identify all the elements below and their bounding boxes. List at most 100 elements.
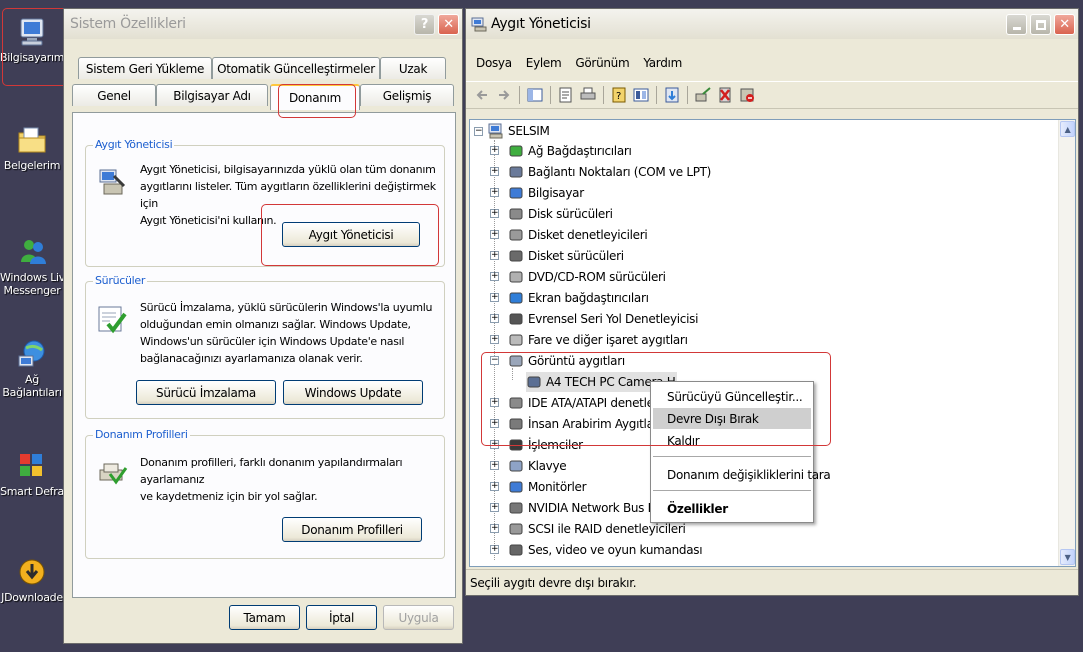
expand-toggle[interactable]: + <box>490 146 499 155</box>
close-button[interactable]: ✕ <box>438 14 459 35</box>
tree-category-row[interactable]: + Disket denetleyicileri <box>490 225 648 245</box>
hardware-tab-panel: Aygıt Yöneticisi Aygıt Yöneticisi, bilgi… <box>72 112 456 598</box>
tab-advanced[interactable]: Gelişmiş <box>360 84 454 106</box>
properties-button[interactable] <box>556 85 576 105</box>
tree-root-row[interactable]: − SELSIM <box>474 121 550 141</box>
desktop-icon-messenger[interactable]: Windows Liv Messenger <box>0 236 64 297</box>
maximize-button[interactable] <box>1030 14 1051 35</box>
back-arrow-icon <box>476 90 487 100</box>
scroll-up-button[interactable]: ▲ <box>1060 121 1075 137</box>
expand-toggle[interactable]: + <box>490 503 499 512</box>
uninstall-icon <box>719 87 731 103</box>
help-button[interactable]: ? <box>414 14 435 35</box>
description-bar-icon <box>633 88 649 102</box>
tab-remote[interactable]: Uzak <box>380 57 446 79</box>
button-label: Donanım Profilleri <box>301 522 403 537</box>
desktop-icon-defrag[interactable]: Smart Defra <box>0 450 64 498</box>
desktop-icon-network[interactable]: Ağ Bağlantıları <box>0 338 64 399</box>
apply-button[interactable]: Uygula <box>383 605 454 630</box>
tab-computer-name[interactable]: Bilgisayar Adı <box>156 84 268 106</box>
driver-signing-button[interactable]: Sürücü İmzalama <box>136 380 276 405</box>
show-description-button[interactable] <box>631 85 651 105</box>
tab-system-restore[interactable]: Sistem Geri Yükleme <box>78 57 212 79</box>
tab-automatic-updates[interactable]: Otomatik Güncelleştirmeler <box>212 57 380 79</box>
tree-category-row[interactable]: + Ekran bağdaştırıcıları <box>490 288 649 308</box>
desktop-icon-label-line2: Messenger <box>3 284 61 297</box>
network-icon <box>18 340 45 367</box>
tree-category-row[interactable]: + DVD/CD-ROM sürücüleri <box>490 267 666 287</box>
tree-category-row[interactable]: + Disk sürücüleri <box>490 204 613 224</box>
tab-label: Bilgisayar Adı <box>173 88 251 103</box>
menu-view[interactable]: Görünüm <box>575 56 629 70</box>
hardware-profiles-button[interactable]: Donanım Profilleri <box>282 517 422 542</box>
expand-toggle[interactable]: + <box>490 209 499 218</box>
cancel-button[interactable]: İptal <box>306 605 377 630</box>
tab-general[interactable]: Genel <box>72 84 156 106</box>
hardware-profiles-icon <box>99 463 128 485</box>
show-hide-tree-button[interactable] <box>525 85 545 105</box>
tree-label: Bilgisayar <box>528 186 584 200</box>
expand-toggle[interactable]: + <box>490 230 499 239</box>
toolbar-separator <box>519 86 520 104</box>
expand-toggle[interactable]: + <box>490 251 499 260</box>
disable-button[interactable] <box>737 85 757 105</box>
expand-toggle[interactable]: + <box>490 293 499 302</box>
desktop-icon-label: Ağ <box>25 373 39 386</box>
tree-category-row[interactable]: + Ses, video ve oyun kumandası <box>490 540 703 560</box>
tree-category-row[interactable]: + Bağlantı Noktaları (COM ve LPT) <box>490 162 711 182</box>
desktop-icon-label: Windows Liv <box>0 271 64 284</box>
expand-toggle[interactable]: + <box>490 482 499 491</box>
tree-category-row[interactable]: + Fare ve diğer işaret aygıtları <box>490 330 688 350</box>
tree-label: Monitörler <box>528 480 587 494</box>
back-button[interactable] <box>472 85 492 105</box>
minimize-button[interactable] <box>1006 14 1027 35</box>
menu-item-scan-hardware[interactable]: Donanım değişikliklerini tara <box>653 464 831 485</box>
group-label: Aygıt Yöneticisi <box>93 138 175 151</box>
system-properties-titlebar[interactable]: Sistem Özellikleri ? ✕ <box>64 9 462 39</box>
expand-toggle[interactable]: + <box>490 167 499 176</box>
windows-update-button[interactable]: Windows Update <box>283 380 423 405</box>
expand-toggle[interactable]: + <box>490 272 499 281</box>
menu-action[interactable]: Eylem <box>526 56 562 70</box>
expand-toggle[interactable]: + <box>490 545 499 554</box>
tree-category-row[interactable]: + Disket sürücüleri <box>490 246 624 266</box>
menu-file[interactable]: Dosya <box>476 56 512 70</box>
tree-category-row[interactable]: + Bilgisayar <box>490 183 584 203</box>
expand-toggle[interactable]: + <box>490 335 499 344</box>
device-category-icon <box>509 229 523 241</box>
tree-label: Disket sürücüleri <box>528 249 624 263</box>
collapse-toggle[interactable]: − <box>474 126 483 136</box>
expand-toggle[interactable]: + <box>490 461 499 470</box>
desktop-icon-my-documents[interactable]: Belgelerim <box>0 124 64 172</box>
description-line: Sürücü İmzalama, yüklü sürücülerin Windo… <box>140 301 433 314</box>
menu-item-properties[interactable]: Özellikler <box>653 498 811 519</box>
scroll-down-button[interactable]: ▼ <box>1060 549 1075 565</box>
messenger-icon <box>21 240 46 264</box>
highlight-box-hardware-tab <box>278 84 356 118</box>
expand-toggle[interactable]: + <box>490 188 499 197</box>
tree-category-row[interactable]: + Monitörler <box>490 477 587 497</box>
group-label: Donanım Profilleri <box>93 428 190 441</box>
forward-button[interactable] <box>494 85 514 105</box>
expand-toggle[interactable]: + <box>490 524 499 533</box>
toolbar-separator <box>550 86 551 104</box>
desktop-icon-jdownloader[interactable]: JDownloade <box>0 556 64 604</box>
description-line: Aygıt Yöneticisi, bilgisayarınızda yüklü… <box>140 163 436 176</box>
tree-category-row[interactable]: + Klavye <box>490 456 567 476</box>
menu-help[interactable]: Yardım <box>643 56 682 70</box>
tree-category-row[interactable]: + Evrensel Seri Yol Denetleyicisi <box>490 309 698 329</box>
help-toolbar-button[interactable]: ? <box>609 85 629 105</box>
vertical-scrollbar[interactable]: ▲ ▼ <box>1058 120 1075 566</box>
close-button[interactable]: ✕ <box>1054 14 1075 35</box>
expand-toggle[interactable]: + <box>490 314 499 323</box>
ok-button[interactable]: Tamam <box>229 605 300 630</box>
scan-hardware-button[interactable] <box>693 85 713 105</box>
device-manager-titlebar[interactable]: Aygıt Yöneticisi ✕ <box>466 9 1078 39</box>
minimize-icon <box>1012 27 1021 30</box>
print-button[interactable] <box>578 85 598 105</box>
device-category-icon <box>509 208 523 220</box>
svg-text:?: ? <box>616 91 621 102</box>
uninstall-button[interactable] <box>715 85 735 105</box>
tree-category-row[interactable]: + Ağ Bağdaştırıcıları <box>490 141 632 161</box>
update-driver-button[interactable] <box>662 85 682 105</box>
